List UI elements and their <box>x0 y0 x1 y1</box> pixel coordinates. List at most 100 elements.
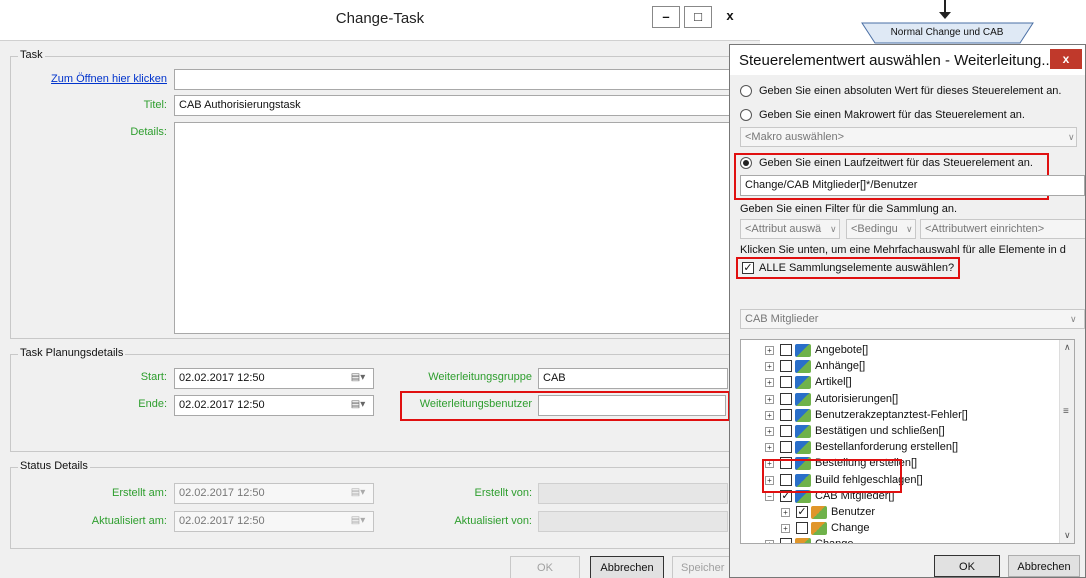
dialog-title: Steuerelementwert auswählen - Weiterleit… <box>739 52 1054 69</box>
ok-button[interactable]: OK <box>510 556 580 578</box>
close-button[interactable]: x <box>716 6 744 28</box>
tree-item-checkbox[interactable] <box>780 408 792 421</box>
open-link[interactable]: Zum Öffnen hier klicken <box>20 73 167 85</box>
filter-attribute-select[interactable]: <Attribut auswä <box>740 219 840 239</box>
dialog-cancel-button[interactable]: Abbrechen <box>1008 555 1080 577</box>
collection-icon <box>795 376 811 390</box>
expand-icon[interactable]: + <box>765 540 774 543</box>
end-field[interactable]: 02.02.2017 12:50 <box>174 395 374 416</box>
flow-arrowhead-icon <box>939 12 951 19</box>
tree-item-label: Angebote[] <box>815 344 869 356</box>
dialog-ok-button[interactable]: OK <box>934 555 1000 577</box>
radio-runtime-label: Geben Sie einen Laufzeitwert für das Ste… <box>759 157 1033 169</box>
collection-icon <box>795 392 811 406</box>
tree-item-label: Benutzer <box>831 506 876 518</box>
collapse-icon[interactable]: − <box>765 491 774 501</box>
dialog-close-button[interactable]: x <box>1050 49 1082 69</box>
tree-item-label: Bestätigen und schließen[] <box>815 425 945 437</box>
forward-group-label: Weiterleitungsgruppe <box>428 371 532 383</box>
tree-item-label: Change <box>815 538 854 543</box>
forward-group-field[interactable]: CAB <box>538 368 728 389</box>
updated-by-field <box>538 511 728 532</box>
select-all-checkbox[interactable]: ✓ <box>742 262 754 274</box>
filter-value-field[interactable]: <Attributwert einrichten> <box>920 219 1085 239</box>
updated-label: Aktualisiert am: <box>91 515 167 527</box>
runtime-field[interactable]: Change/CAB Mitglieder[]*/Benutzer <box>740 175 1085 196</box>
start-label: Start: <box>140 371 167 383</box>
tree-item[interactable]: + Bestellanforderung erstellen[] <box>741 439 1059 456</box>
tree-item-checkbox[interactable] <box>780 344 792 356</box>
calendar-icon: ▤▾ <box>350 515 366 526</box>
forward-user-label: Weiterleitungsbenutzer <box>419 398 532 410</box>
tree-item-label: Artikel[] <box>815 376 852 389</box>
calendar-icon[interactable]: ▤▾ <box>346 397 370 413</box>
cancel-button[interactable]: Abbrechen <box>590 556 664 578</box>
scroll-thumb-icon[interactable]: ≡ <box>1063 406 1069 417</box>
expand-icon[interactable]: + <box>781 524 790 534</box>
details-field[interactable] <box>174 122 734 334</box>
expand-icon[interactable]: + <box>765 427 774 436</box>
tree-item[interactable]: + Change <box>741 536 1059 543</box>
collection-select[interactable]: CAB Mitglieder <box>740 309 1085 329</box>
forward-user-field[interactable] <box>538 395 726 416</box>
entity-icon <box>795 538 811 543</box>
filter-label: Geben Sie einen Filter für die Sammlung … <box>740 203 958 215</box>
expand-icon[interactable]: + <box>765 410 774 420</box>
collection-icon <box>795 408 811 422</box>
tree-item-checkbox[interactable] <box>780 441 792 454</box>
radio-runtime[interactable] <box>740 157 752 169</box>
tree-item[interactable]: + Anhänge[] <box>741 358 1059 375</box>
cab-members-highlight <box>762 459 902 493</box>
created-by-field <box>538 483 728 504</box>
tree-view[interactable]: + Angebote[] + Anhänge[] + Artikel[] + Autorisi… <box>740 339 1075 544</box>
flowchart-area: Normal Change und CAB <box>760 0 1086 44</box>
scroll-down-icon[interactable]: ∨ <box>1064 530 1071 541</box>
minimize-button[interactable]: – <box>652 6 680 28</box>
collection-icon <box>795 425 811 438</box>
macro-select[interactable]: <Makro auswählen> <box>740 127 1077 147</box>
calendar-icon: ▤▾ <box>350 487 366 498</box>
tree-item-checkbox[interactable] <box>780 425 792 437</box>
scroll-up-icon[interactable]: ∧ <box>1064 342 1071 353</box>
calendar-icon[interactable]: ▤▾ <box>346 370 370 386</box>
collection-icon <box>795 344 811 357</box>
tree-item[interactable]: + Artikel[] <box>741 374 1059 391</box>
tree-item-checkbox[interactable]: ✓ <box>796 506 808 518</box>
flow-shape-label: Normal Change und CAB <box>890 27 1004 38</box>
tree-item-checkbox[interactable] <box>780 392 792 405</box>
expand-icon[interactable]: + <box>765 362 774 372</box>
open-field[interactable] <box>174 69 734 90</box>
expand-icon[interactable]: + <box>781 508 790 517</box>
maximize-button[interactable]: □ <box>684 6 712 28</box>
expand-icon[interactable]: + <box>765 394 774 404</box>
tree-item-checkbox[interactable] <box>796 522 808 535</box>
tree-item-checkbox[interactable] <box>780 360 792 373</box>
radio-macro[interactable] <box>740 109 752 121</box>
tree-scrollbar[interactable]: ∧ ≡ ∨ <box>1059 340 1074 543</box>
entity-icon <box>811 522 827 536</box>
tree-item[interactable]: + Bestätigen und schließen[] <box>741 423 1059 440</box>
tree-item[interactable]: + Autorisierungen[] <box>741 391 1059 408</box>
radio-absolute-label: Geben Sie einen absoluten Wert für diese… <box>759 85 1062 97</box>
end-label: Ende: <box>138 398 167 410</box>
expand-icon[interactable]: + <box>765 378 774 388</box>
multi-select-hint: Klicken Sie unten, um eine Mehrfachauswa… <box>740 244 1066 256</box>
title-field[interactable]: CAB Authorisierungstask <box>174 95 734 116</box>
chevron-down-icon: ∨ <box>830 224 837 234</box>
status-group-label: Status Details <box>18 460 90 472</box>
expand-icon[interactable]: + <box>765 443 774 453</box>
tree-item[interactable]: + Benutzerakzeptanztest-Fehler[] <box>741 407 1059 424</box>
tree-item[interactable]: + ✓ Benutzer <box>741 504 1059 521</box>
tree-item-checkbox[interactable] <box>780 538 792 543</box>
start-field[interactable]: 02.02.2017 12:50 <box>174 368 374 389</box>
radio-absolute[interactable] <box>740 85 752 97</box>
details-label: Details: <box>130 126 167 138</box>
tree-item-checkbox[interactable] <box>780 376 792 389</box>
entity-icon <box>811 506 827 519</box>
change-task-window: Change-Task – □ x Task Zum Öffnen hier k… <box>0 0 760 578</box>
expand-icon[interactable]: + <box>765 346 774 355</box>
tree-item[interactable]: + Change <box>741 520 1059 537</box>
tree-item-label: Anhänge[] <box>815 360 866 373</box>
tree-item[interactable]: + Angebote[] <box>741 342 1059 359</box>
updated-field: 02.02.2017 12:50 <box>174 511 374 532</box>
